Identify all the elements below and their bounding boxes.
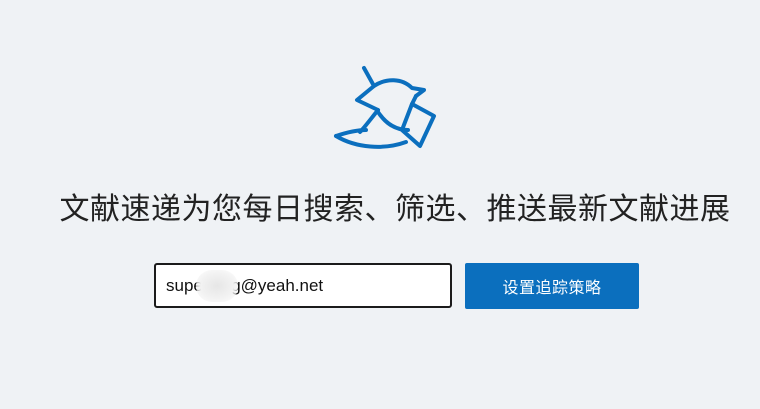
set-tracking-strategy-button[interactable]: 设置追踪策略 [465,263,639,309]
page-headline: 文献速递为您每日搜索、筛选、推送最新文献进展 [59,192,731,227]
redaction-mark [196,270,238,302]
bird-with-paper-icon [334,66,436,149]
